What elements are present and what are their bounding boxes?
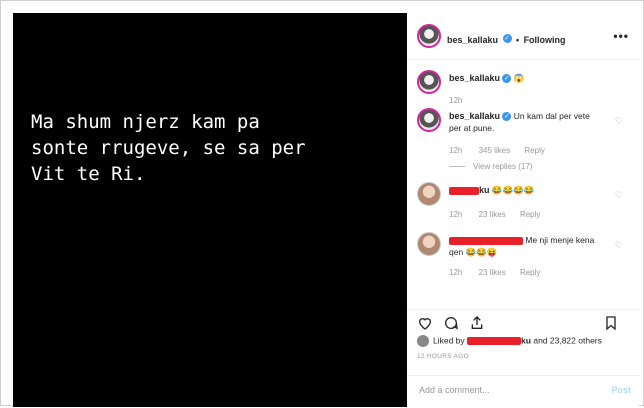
liker-avatar (417, 335, 429, 347)
liker-username[interactable]: ku (521, 335, 531, 345)
comment-username[interactable]: bes_kallaku (449, 111, 500, 121)
comment-time[interactable]: 12h (449, 210, 462, 219)
comment-likes-count[interactable]: 23 likes (479, 210, 506, 219)
share-icon[interactable] (469, 315, 485, 331)
comment-time[interactable]: 12h (449, 96, 462, 105)
reply-button[interactable]: Reply (520, 268, 540, 277)
comment-icon[interactable] (443, 315, 459, 331)
comment-like-heart-icon[interactable]: ♡ (615, 190, 623, 201)
commenter-avatar[interactable] (417, 232, 441, 256)
post-header: bes_kallaku ✓ • Following ••• (407, 13, 639, 60)
likes-count-text[interactable]: and 23,822 others (533, 335, 602, 345)
comment-likes-count[interactable]: 345 likes (479, 146, 511, 155)
comment-like-heart-icon[interactable]: ♡ (615, 116, 623, 127)
liked-by-prefix: Liked by (433, 335, 465, 346)
commenter-avatar[interactable] (417, 70, 441, 94)
comment-time[interactable]: 12h (449, 268, 462, 277)
view-replies-link[interactable]: View replies (17) (449, 162, 532, 171)
comment-username[interactable]: ku (479, 185, 490, 195)
comment-likes-count[interactable]: 23 likes (479, 268, 506, 277)
redacted-username (449, 186, 479, 195)
post-timestamp[interactable]: 12 HOURS AGO (417, 353, 469, 360)
comment-text: 😂😂😂😂 (491, 185, 535, 195)
heart-icon[interactable] (417, 315, 433, 331)
reply-button[interactable]: Reply (524, 146, 544, 155)
verified-badge-icon: ✓ (502, 34, 512, 44)
verified-badge-icon: ✓ (502, 74, 512, 84)
reply-button[interactable]: Reply (520, 210, 540, 219)
following-button[interactable]: Following (524, 35, 566, 45)
header-separator: • (515, 35, 520, 45)
list-item: ku 😂😂😂😂 ♡ 12h 23 likes Reply (417, 182, 629, 226)
liked-by-summary[interactable]: Liked by ku and 23,822 others (417, 335, 602, 347)
commenter-avatar[interactable] (417, 108, 441, 132)
list-item: bes_kallaku ✓ Un kam dal per vete per at… (417, 108, 629, 178)
post-window: Ma shum njerz kam pa sonte rrugeve, se s… (0, 0, 644, 407)
comment-username[interactable]: bes_kallaku (449, 73, 500, 83)
image-caption-text: Ma shum njerz kam pa sonte rrugeve, se s… (31, 111, 306, 185)
more-options-icon[interactable]: ••• (613, 29, 629, 43)
add-comment-bar: Post (407, 375, 639, 408)
author-avatar[interactable] (417, 24, 441, 48)
comment-like-heart-icon[interactable]: ♡ (615, 240, 623, 251)
comments-list[interactable]: bes_kallaku ✓ 😱 12h bes_kallaku ✓ Un kam… (407, 60, 639, 304)
comment-time[interactable]: 12h (449, 146, 462, 155)
redacted-username (449, 236, 523, 245)
author-username[interactable]: bes_kallaku (447, 35, 498, 45)
bookmark-icon[interactable] (603, 315, 619, 331)
post-comment-button[interactable]: Post (611, 385, 631, 395)
list-item: bes_kallaku ✓ 😱 12h (417, 70, 629, 110)
commenter-avatar[interactable] (417, 182, 441, 206)
list-item: Me nji menje kena qen 😂😂😝 ♡ 12h 23 likes… (417, 232, 629, 292)
post-image[interactable]: Ma shum njerz kam pa sonte rrugeve, se s… (13, 13, 407, 407)
post-side-panel: bes_kallaku ✓ • Following ••• bes_kallak… (407, 13, 639, 407)
redacted-username (467, 337, 522, 345)
comment-text: 😱 (513, 73, 525, 83)
comment-input[interactable] (417, 384, 591, 396)
post-actions-bar (407, 309, 639, 336)
verified-badge-icon: ✓ (502, 112, 512, 122)
